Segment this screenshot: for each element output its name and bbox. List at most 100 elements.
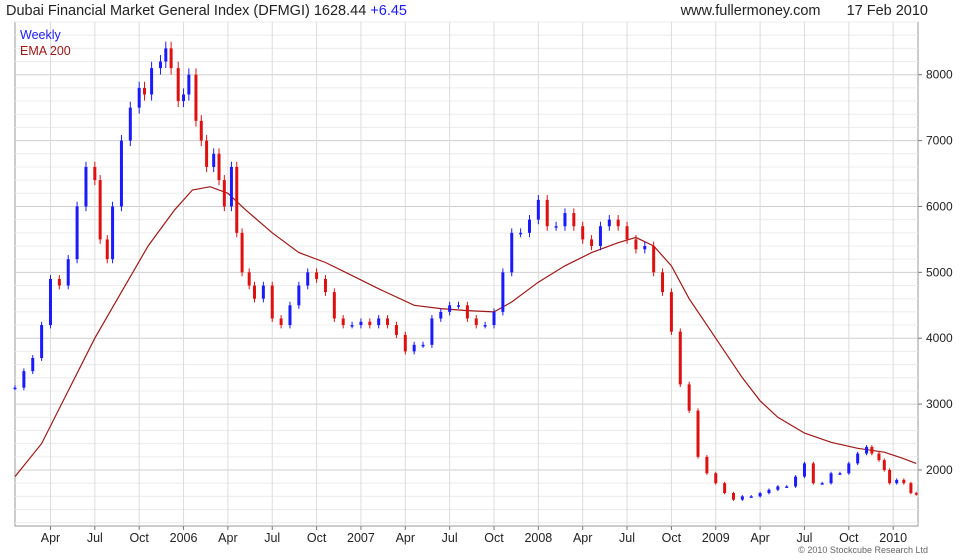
weekly-bar [240,232,244,273]
weekly-bar [222,180,226,207]
weekly-bar [187,74,191,95]
weekly-bar [909,483,913,494]
weekly-bar [527,219,531,233]
x-tick-label: 2008 [524,531,552,545]
weekly-bar [811,463,815,484]
weekly-bar [914,493,918,495]
weekly-bar [616,219,620,227]
weekly-bar [235,166,239,233]
weekly-bar [66,259,70,286]
weekly-bar [75,206,79,260]
weekly-bar [536,199,540,220]
weekly-bar [13,387,17,390]
weekly-bar [164,48,168,62]
x-tick-label: Jul [619,531,635,545]
x-tick-label: Apr [41,531,60,545]
x-tick-label: Apr [573,531,592,545]
x-tick-label: Oct [484,531,504,545]
weekly-bar [386,318,390,326]
x-tick-label: 2006 [170,531,198,545]
weekly-bar [341,318,345,326]
weekly-bar [785,486,789,488]
weekly-bar [439,311,443,319]
weekly-bar [902,479,906,484]
weekly-bar [457,305,461,307]
copyright-footer: © 2010 Stockcube Research Ltd [798,545,928,555]
legend-ema: EMA 200 [20,44,71,58]
x-tick-label: 2007 [347,531,375,545]
weekly-bar [199,120,203,141]
weekly-bar [143,87,147,95]
weekly-bar [723,483,727,494]
weekly-bar [57,278,61,286]
weekly-bar [607,219,611,227]
weekly-bar [705,456,709,474]
plot-area [14,21,919,527]
weekly-bar [98,180,102,240]
weekly-bar [510,232,514,273]
weekly-bar [856,453,860,464]
weekly-bar [323,278,327,293]
x-tick-label: Jul [87,531,103,545]
weekly-bar [297,285,301,306]
weekly-bar [865,446,869,454]
weekly-bar [205,140,209,167]
weekly-bar [545,199,549,227]
x-tick-label: Jul [264,531,280,545]
y-tick-label: 2000 [926,463,953,477]
x-tick-label: Apr [218,531,237,545]
weekly-bar [661,272,665,293]
x-tick-label: Oct [662,531,682,545]
weekly-bar [776,486,780,490]
price-chart: 2000 3000 4000 5000 6000 7000 8000 Apr Jul Oct 20… [13,21,953,545]
weekly-bar [22,371,26,388]
x-tick-label: Oct [129,531,149,545]
weekly-bar [581,226,585,240]
weekly-bar [368,321,372,326]
x-tick-label: Oct [839,531,859,545]
weekly-bar [895,479,899,484]
weekly-bar [137,87,141,108]
weekly-bar [412,344,416,352]
weekly-bar [182,94,186,102]
weekly-bar [158,61,162,69]
weekly-bar [882,460,886,470]
weekly-bar [194,74,198,121]
weekly-bar [315,272,319,279]
weekly-bar [501,272,505,312]
weekly-bar [332,292,336,319]
weekly-bar [731,493,735,500]
weekly-bar [847,463,851,474]
weekly-bar [247,272,251,286]
weekly-bar [643,246,647,250]
weekly-bar [474,318,478,326]
weekly-bar [403,334,407,352]
x-tick-label: Jul [796,531,812,545]
weekly-bar [306,272,310,286]
weekly-bar [492,311,496,326]
weekly-bar [870,446,874,454]
weekly-bar [625,226,629,240]
weekly-bar [696,410,700,457]
weekly-bar [169,48,173,69]
weekly-bar [740,496,744,500]
weekly-bar [829,473,833,484]
weekly-bar [105,239,109,260]
weekly-bar [652,246,656,273]
weekly-bar [359,321,363,326]
weekly-bar [669,292,673,332]
y-tick-label: 4000 [926,331,953,345]
weekly-bar [31,358,35,372]
weekly-bar [678,331,682,385]
weekly-bar [598,226,602,246]
x-tick-label: 2010 [879,531,907,545]
weekly-bar [217,153,221,181]
weekly-bar [758,493,762,497]
weekly-bar [261,285,265,299]
weekly-bar [212,153,216,167]
weekly-bar [465,305,469,319]
weekly-bar [563,213,567,227]
weekly-bar [519,232,523,235]
weekly-bar [48,278,52,326]
weekly-bar [554,226,558,228]
